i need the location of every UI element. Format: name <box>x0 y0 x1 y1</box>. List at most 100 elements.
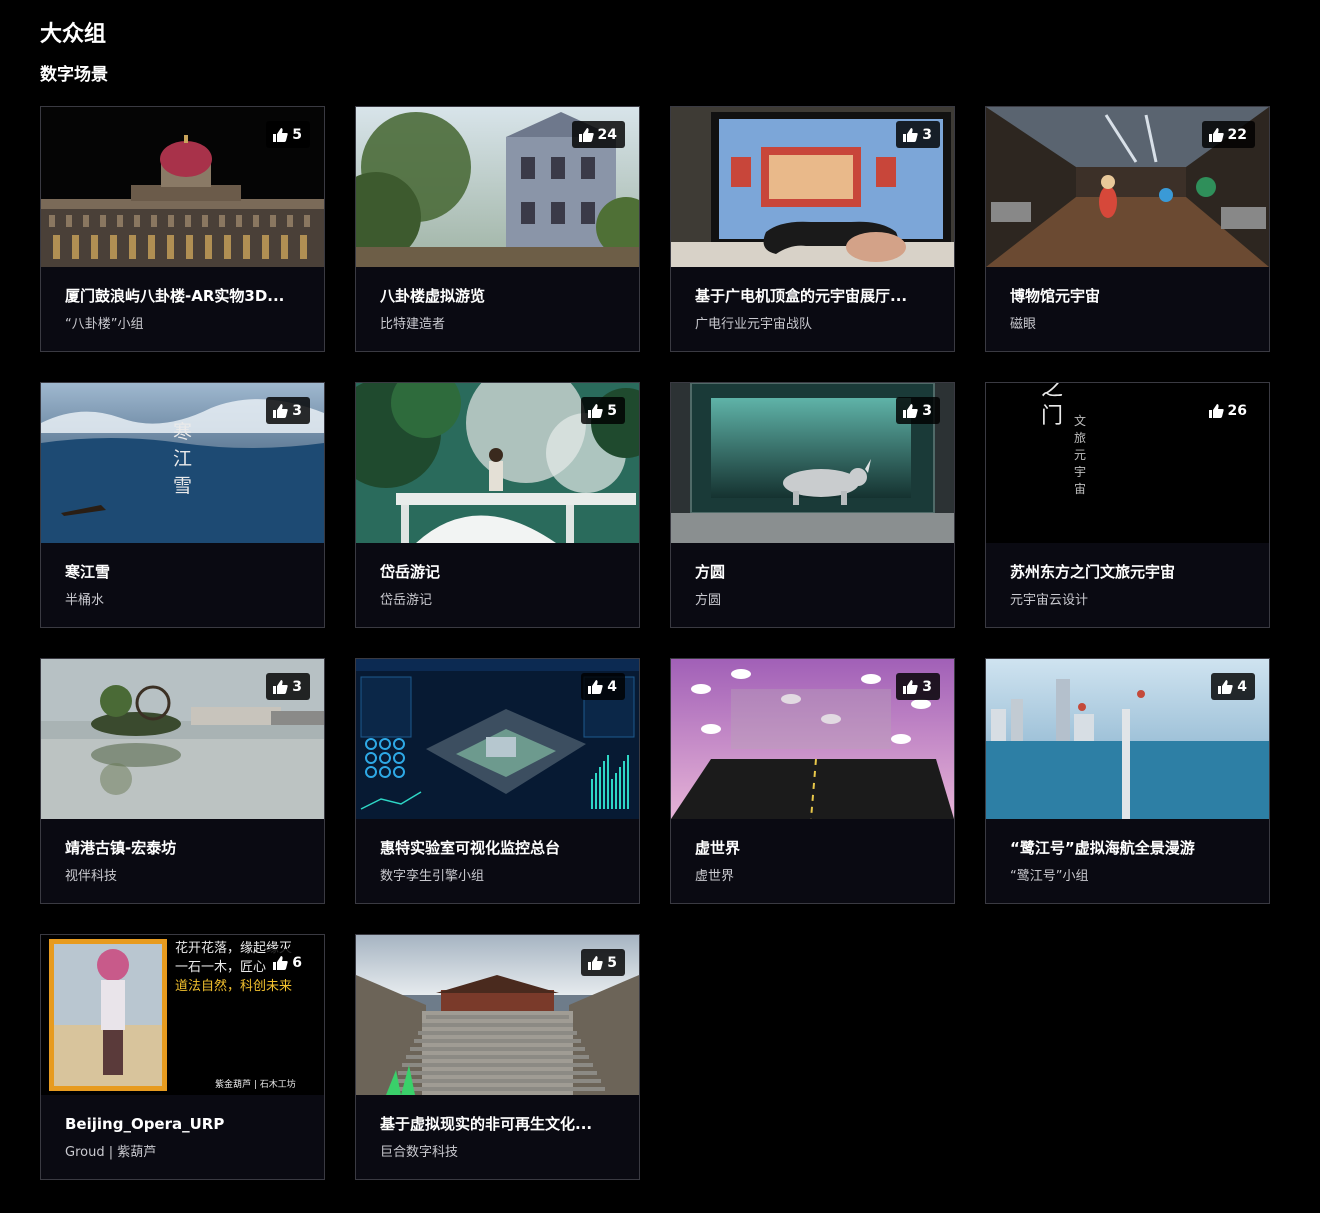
card-thumbnail[interactable]: 3 <box>671 107 954 267</box>
card-author: 广电行业元宇宙战队 <box>695 317 813 332</box>
card-title[interactable]: 靖港古镇-宏泰坊 <box>65 838 300 858</box>
work-card[interactable]: 3 虚世界 虚世界 <box>670 658 955 904</box>
like-count: 3 <box>922 126 932 143</box>
work-card[interactable]: 5 厦门鼓浪屿八卦楼-AR实物3D... “八卦楼”小组 <box>40 106 325 352</box>
card-thumbnail[interactable]: 之门文旅元宇宙 26 <box>986 383 1269 543</box>
card-author: 半桶水 <box>65 593 105 608</box>
card-title[interactable]: 苏州东方之门文旅元宇宙 <box>1010 562 1245 582</box>
card-thumbnail[interactable]: 4 <box>356 659 639 819</box>
card-info: 靖港古镇-宏泰坊视伴科技 <box>41 838 324 886</box>
card-grid: 5 厦门鼓浪屿八卦楼-AR实物3D... “八卦楼”小组 24 八卦楼虚拟游览 比特建造者… <box>40 106 1270 1180</box>
card-thumbnail[interactable]: 5 <box>356 383 639 543</box>
card-author: 岱岳游记 <box>380 593 433 608</box>
like-badge[interactable]: 3 <box>896 673 940 700</box>
work-card[interactable]: 花开花落，缘起缘灭 一石一木，匠心 道法自然，科创未来 紫金葫芦 | 石木工坊 6 Bei… <box>40 934 325 1180</box>
calligraphy-char: 寒 <box>173 421 193 443</box>
thumbs-up-icon <box>273 403 288 418</box>
like-count: 5 <box>607 402 617 419</box>
card-title[interactable]: 博物馆元宇宙 <box>1010 286 1245 306</box>
like-count: 4 <box>1237 678 1247 695</box>
like-badge[interactable]: 22 <box>1201 121 1255 148</box>
card-info: 虚世界 虚世界 <box>671 838 954 886</box>
card-info: 八卦楼虚拟游览 比特建造者 <box>356 286 639 334</box>
card-thumbnail[interactable]: 24 <box>356 107 639 267</box>
work-card[interactable]: 之门文旅元宇宙 26 苏州东方之门文旅元宇宙 元宇宙云设计 <box>985 382 1270 628</box>
card-author: 虚世界 <box>695 869 735 884</box>
thumbs-up-icon <box>1218 679 1233 694</box>
like-count: 5 <box>292 126 302 143</box>
work-card[interactable]: 4 “鹭江号”虚拟海航全景漫游 “鹭江号”小组 <box>985 658 1270 904</box>
work-card[interactable]: 3 靖港古镇-宏泰坊视伴科技 <box>40 658 325 904</box>
card-author: 视伴科技 <box>65 869 118 884</box>
card-title[interactable]: 厦门鼓浪屿八卦楼-AR实物3D... <box>65 286 300 306</box>
card-title[interactable]: 岱岳游记 <box>380 562 615 582</box>
work-card[interactable]: 3 基于广电机顶盒的元宇宙展厅... 广电行业元宇宙战队 <box>670 106 955 352</box>
thumbs-up-icon <box>273 127 288 142</box>
like-count: 24 <box>597 126 617 143</box>
like-count: 3 <box>922 678 932 695</box>
like-count: 26 <box>1227 402 1247 419</box>
calligraphy-char: 雪 <box>173 475 193 497</box>
like-badge[interactable]: 5 <box>266 121 310 148</box>
card-author: 方圆 <box>695 593 722 608</box>
card-info: 寒江雪 半桶水 <box>41 562 324 610</box>
card-title[interactable]: 八卦楼虚拟游览 <box>380 286 615 306</box>
card-info: 苏州东方之门文旅元宇宙 元宇宙云设计 <box>986 562 1269 610</box>
work-card[interactable]: 4 惠特实验室可视化监控总台数字孪生引擎小组 <box>355 658 640 904</box>
work-card[interactable]: 22 博物馆元宇宙磁眼 <box>985 106 1270 352</box>
like-badge[interactable]: 4 <box>581 673 625 700</box>
like-badge[interactable]: 5 <box>581 949 625 976</box>
card-author: 数字孪生引擎小组 <box>380 869 485 884</box>
thumbs-up-icon <box>588 955 603 970</box>
work-card[interactable]: 5 岱岳游记 岱岳游记 <box>355 382 640 628</box>
poster-subtitle-char: 元 <box>1074 448 1087 462</box>
card-title[interactable]: 寒江雪 <box>65 562 300 582</box>
card-title[interactable]: 虚世界 <box>695 838 930 858</box>
card-title[interactable]: 惠特实验室可视化监控总台 <box>380 838 615 858</box>
card-thumbnail[interactable]: 寒江雪 3 <box>41 383 324 543</box>
card-info: “鹭江号”虚拟海航全景漫游 “鹭江号”小组 <box>986 838 1269 886</box>
card-title[interactable]: 基于虚拟现实的非可再生文化... <box>380 1114 615 1134</box>
card-title[interactable]: “鹭江号”虚拟海航全景漫游 <box>1010 838 1245 858</box>
thumbs-up-icon <box>903 403 918 418</box>
poster-title-text: 之门 <box>1041 383 1065 431</box>
card-thumbnail[interactable]: 22 <box>986 107 1269 267</box>
card-author: 巨合数字科技 <box>380 1145 459 1160</box>
like-badge[interactable]: 3 <box>896 121 940 148</box>
poster-subtitle-char: 文 <box>1074 414 1087 428</box>
card-thumbnail[interactable]: 3 <box>671 659 954 819</box>
card-thumbnail[interactable]: 3 <box>41 659 324 819</box>
card-title[interactable]: 基于广电机顶盒的元宇宙展厅... <box>695 286 930 306</box>
like-badge[interactable]: 6 <box>266 949 310 976</box>
like-badge[interactable]: 3 <box>896 397 940 424</box>
poster-title-char: 之 <box>1041 383 1064 401</box>
like-badge[interactable]: 5 <box>581 397 625 424</box>
like-badge[interactable]: 26 <box>1201 397 1255 424</box>
card-thumbnail[interactable]: 花开花落，缘起缘灭 一石一木，匠心 道法自然，科创未来 紫金葫芦 | 石木工坊 6 <box>41 935 324 1095</box>
thumbs-up-icon <box>273 955 288 970</box>
card-info: 基于虚拟现实的非可再生文化... 巨合数字科技 <box>356 1114 639 1162</box>
thumbs-up-icon <box>578 127 594 142</box>
poster-subtitle-char: 旅 <box>1074 431 1087 445</box>
card-title[interactable]: 方圆 <box>695 562 930 582</box>
like-badge[interactable]: 4 <box>1211 673 1255 700</box>
card-title[interactable]: Beijing_Opera_URP <box>65 1114 300 1134</box>
work-card[interactable]: 24 八卦楼虚拟游览 比特建造者 <box>355 106 640 352</box>
card-thumbnail[interactable]: 5 <box>41 107 324 267</box>
card-author: 磁眼 <box>1010 317 1037 332</box>
card-thumbnail[interactable]: 5 <box>356 935 639 1095</box>
thumbs-up-icon <box>1208 127 1224 142</box>
like-count: 4 <box>607 678 617 695</box>
thumbs-up-icon <box>903 127 918 142</box>
like-badge[interactable]: 24 <box>571 121 625 148</box>
group-title: 大众组 <box>40 22 107 47</box>
work-card[interactable]: 3 方圆 方圆 <box>670 382 955 628</box>
work-card[interactable]: 寒江雪 3 寒江雪 半桶水 <box>40 382 325 628</box>
work-card[interactable]: 5 基于虚拟现实的非可再生文化... 巨合数字科技 <box>355 934 640 1180</box>
card-info: 博物馆元宇宙 磁眼 <box>986 286 1269 334</box>
card-thumbnail[interactable]: 3 <box>671 383 954 543</box>
like-count: 3 <box>292 402 302 419</box>
like-badge[interactable]: 3 <box>266 397 310 424</box>
like-badge[interactable]: 3 <box>266 673 310 700</box>
card-thumbnail[interactable]: 4 <box>986 659 1269 819</box>
